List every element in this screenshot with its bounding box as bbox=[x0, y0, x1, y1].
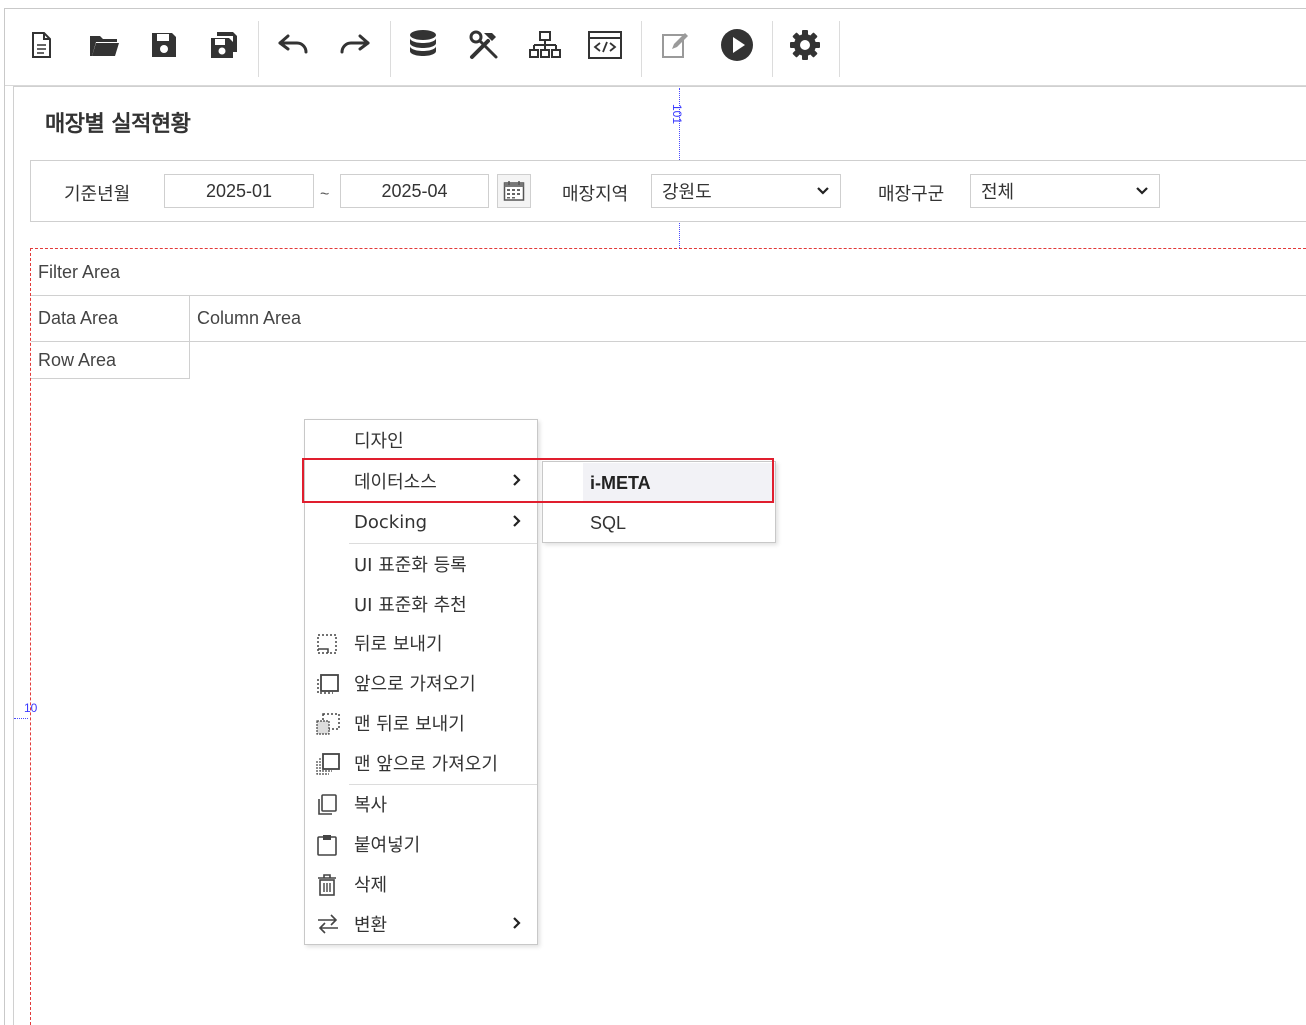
menu-item-label: 데이터소스 bbox=[354, 472, 437, 493]
copy-icon bbox=[318, 794, 337, 815]
pivot-data-area[interactable]: Data Area bbox=[31, 296, 190, 342]
send-backward-icon bbox=[317, 634, 337, 654]
filter-area-label: Filter Area bbox=[38, 262, 121, 282]
column-area-label: Column Area bbox=[197, 308, 302, 328]
edit-icon[interactable] bbox=[657, 27, 693, 63]
menu-item-label: 맨 앞으로 가져오기 bbox=[354, 754, 498, 775]
menu-item-label: 변환 bbox=[354, 915, 388, 936]
menu-item-label: 복사 bbox=[354, 795, 388, 816]
trash-icon bbox=[318, 874, 336, 896]
menu-item-paste[interactable]: 붙여넣기 bbox=[305, 824, 537, 864]
swap-arrows-icon bbox=[318, 914, 338, 934]
menu-item-label: UI 표준화 등록 bbox=[354, 555, 467, 576]
bring-to-front-icon bbox=[316, 753, 340, 775]
gear-icon[interactable] bbox=[787, 27, 823, 63]
type-label: 매장구군 bbox=[878, 184, 945, 205]
menu-item-label: 맨 뒤로 보내기 bbox=[354, 714, 465, 735]
data-area-label: Data Area bbox=[38, 308, 119, 328]
save-all-icon[interactable] bbox=[206, 27, 242, 63]
type-select[interactable]: 전체 bbox=[970, 174, 1160, 208]
menu-item-delete[interactable]: 삭제 bbox=[305, 864, 537, 904]
chevron-down-icon bbox=[817, 187, 829, 195]
menu-item-label: UI 표준화 추천 bbox=[354, 595, 467, 616]
period-label: 기준년월 bbox=[64, 184, 131, 205]
submenu-item-sql[interactable]: SQL bbox=[543, 503, 775, 543]
menu-item-send-backward[interactable]: 뒤로 보내기 bbox=[305, 623, 537, 663]
period-to-input[interactable]: 2025-04 bbox=[340, 174, 489, 208]
menu-item-copy[interactable]: 복사 bbox=[305, 784, 537, 824]
period-from-input[interactable]: 2025-01 bbox=[164, 174, 314, 208]
menu-item-send-to-back[interactable]: 맨 뒤로 보내기 bbox=[305, 703, 537, 743]
menu-item-design[interactable]: 디자인 bbox=[305, 420, 537, 460]
pivot-row-area[interactable]: Row Area bbox=[31, 342, 190, 379]
region-select-value: 강원도 bbox=[662, 182, 712, 203]
submenu-item-imeta[interactable]: i-META bbox=[583, 463, 775, 503]
open-folder-icon[interactable] bbox=[86, 27, 122, 63]
submenu-item-label: i-META bbox=[590, 472, 651, 493]
datasource-submenu: i-META SQL bbox=[542, 461, 776, 543]
play-icon[interactable] bbox=[719, 27, 755, 63]
menu-item-bring-forward[interactable]: 앞으로 가져오기 bbox=[305, 663, 537, 703]
page-title: 매장별 실적현황 bbox=[45, 112, 191, 137]
menu-item-docking[interactable]: Docking bbox=[305, 502, 537, 542]
chevron-down-icon bbox=[1136, 187, 1148, 195]
chevron-right-icon bbox=[513, 917, 521, 929]
send-to-back-icon bbox=[316, 713, 340, 735]
chevron-right-icon bbox=[513, 474, 521, 486]
horizontal-guide-line bbox=[14, 718, 28, 719]
menu-item-datasource[interactable]: 데이터소스 bbox=[305, 461, 537, 501]
menu-item-label: 디자인 bbox=[354, 431, 404, 452]
vertical-guide-label: 101 bbox=[670, 104, 684, 125]
hierarchy-icon[interactable] bbox=[527, 27, 563, 63]
pivot-column-area[interactable]: Column Area bbox=[190, 296, 1306, 342]
menu-item-convert[interactable]: 변환 bbox=[305, 904, 537, 944]
menu-item-ui-recommend[interactable]: UI 표준화 추천 bbox=[305, 584, 537, 624]
bring-forward-icon bbox=[317, 674, 339, 694]
tools-icon[interactable] bbox=[466, 27, 502, 63]
calendar-button[interactable] bbox=[497, 174, 531, 208]
chevron-right-icon bbox=[513, 515, 521, 527]
calendar-icon bbox=[503, 181, 525, 201]
type-select-value: 전체 bbox=[981, 182, 1015, 203]
menu-item-label: Docking bbox=[354, 511, 428, 533]
toolbar bbox=[5, 9, 1306, 86]
menu-item-label: 뒤로 보내기 bbox=[354, 634, 443, 655]
new-icon[interactable] bbox=[23, 27, 59, 63]
menu-item-bring-to-front[interactable]: 맨 앞으로 가져오기 bbox=[305, 743, 537, 783]
menu-item-ui-register[interactable]: UI 표준화 등록 bbox=[305, 544, 537, 584]
code-icon[interactable] bbox=[587, 27, 623, 63]
menu-item-label: 삭제 bbox=[354, 875, 388, 896]
save-icon[interactable] bbox=[146, 27, 182, 63]
clipboard-icon bbox=[317, 835, 337, 856]
menu-item-label: 붙여넣기 bbox=[354, 835, 421, 856]
row-area-label: Row Area bbox=[38, 349, 117, 370]
region-select[interactable]: 강원도 bbox=[651, 174, 841, 208]
submenu-item-label: SQL bbox=[590, 512, 627, 533]
database-icon[interactable] bbox=[405, 27, 441, 63]
period-tilde: ~ bbox=[320, 186, 330, 203]
pivot-filter-area[interactable]: Filter Area bbox=[31, 250, 1306, 296]
context-menu: 디자인 데이터소스 Docking UI 표준화 등록 UI 표준화 추천 뒤로… bbox=[304, 419, 538, 945]
undo-icon[interactable] bbox=[275, 27, 311, 63]
redo-icon[interactable] bbox=[337, 27, 373, 63]
menu-item-label: 앞으로 가져오기 bbox=[354, 674, 476, 695]
region-label: 매장지역 bbox=[562, 184, 629, 205]
pivot-grid[interactable] bbox=[30, 248, 1306, 1025]
